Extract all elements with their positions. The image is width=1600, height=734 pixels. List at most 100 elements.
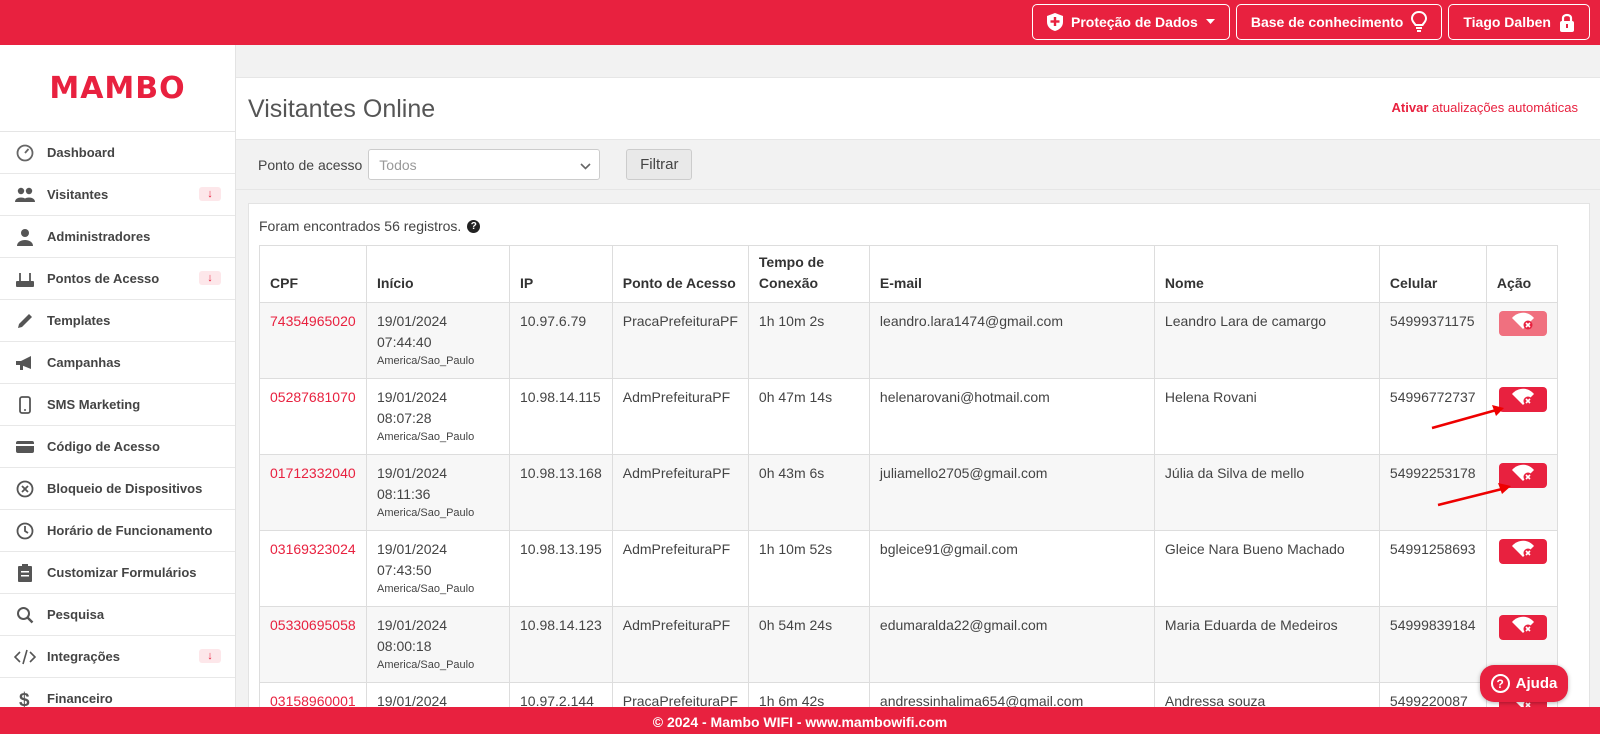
column-header: Celular — [1378, 245, 1487, 303]
sidebar-item-pontos-de-acesso[interactable]: Pontos de Acesso ↓ — [0, 258, 235, 300]
data-protection-button[interactable]: Proteção de Dados — [1032, 4, 1230, 40]
start-date: 19/01/2024 — [377, 541, 448, 557]
sidebar-item-label: Pontos de Acesso — [47, 271, 160, 286]
knowledge-base-button[interactable]: Base de conhecimento — [1235, 4, 1443, 40]
sidebar-item-sms-marketing[interactable]: SMS Marketing — [0, 384, 235, 426]
start-date: 19/01/2024 — [377, 465, 448, 481]
sidebar-item-label: Bloqueio de Dispositivos — [47, 481, 203, 496]
mambo-logo: MAMBO — [49, 70, 186, 106]
filter-button[interactable]: Filtrar — [626, 149, 693, 180]
disconnect-button[interactable] — [1498, 615, 1547, 640]
cpf-cell[interactable]: 05287681070 — [259, 378, 367, 455]
phone-cell: 54999371175 — [1378, 302, 1487, 379]
sidebar-item-templates[interactable]: Templates — [0, 300, 235, 342]
sidebar-item-label: Dashboard — [47, 145, 115, 160]
access-point-cell: PracaPrefeituraPF — [611, 682, 749, 707]
block-icon — [14, 478, 36, 500]
wifi-off-icon — [1511, 312, 1535, 336]
timezone: America/Sao_Paulo — [377, 583, 475, 595]
wifi-off-icon — [1511, 540, 1535, 564]
cpf-cell[interactable]: 05330695058 — [259, 606, 367, 683]
help-circle-icon: ? — [1490, 674, 1510, 693]
name-cell: Leandro Lara de camargo — [1153, 302, 1380, 379]
sidebar-item-visitantes[interactable]: Visitantes ↓ — [0, 174, 235, 216]
phone-cell: 5499220087 — [1378, 682, 1487, 707]
access-point-cell: AdmPrefeituraPF — [611, 530, 749, 607]
cpf-cell[interactable]: 01712332040 — [259, 454, 367, 531]
name-cell: Júlia da Silva de mello — [1153, 454, 1380, 531]
top-strip — [236, 45, 1600, 78]
table-body: 74354965020 19/01/2024 07:44:40 America/Sao… — [259, 302, 1558, 707]
name-cell: Helena Rovani — [1153, 378, 1380, 455]
wifi-off-icon — [1511, 388, 1535, 412]
access-point-filter-label: Ponto de acesso — [258, 156, 363, 173]
column-header: IP — [509, 245, 613, 303]
cpf-link[interactable]: 05287681070 — [270, 389, 356, 405]
sidebar-item-campanhas[interactable]: Campanhas — [0, 342, 235, 384]
cpf-cell[interactable]: 03158960001 — [259, 682, 367, 707]
start-time: 07:44:40 — [377, 334, 432, 350]
sidebar-item-financeiro[interactable]: $ Financeiro — [0, 678, 235, 708]
cpf-cell[interactable]: 03169323024 — [259, 530, 367, 607]
sidebar-item-label: Pesquisa — [47, 607, 105, 622]
question-icon[interactable]: ? — [467, 219, 481, 233]
cpf-link[interactable]: 74354965020 — [270, 313, 356, 329]
access-point-cell: AdmPrefeituraPF — [611, 454, 749, 531]
column-header: Nome — [1153, 245, 1380, 303]
auto-update-link[interactable]: Ativar atualizações automáticas — [1392, 100, 1578, 115]
action-cell — [1485, 530, 1558, 607]
duration-cell: 0h 54m 24s — [747, 606, 870, 683]
cpf-link[interactable]: 03158960001 — [270, 693, 356, 707]
results-card: Foram encontrados 56 registros. ? CPF Iní… — [248, 203, 1590, 707]
column-header: Tempo de Conexão — [747, 245, 870, 303]
sidebar-item-integracoes[interactable]: Integrações ↓ — [0, 636, 235, 678]
cpf-link[interactable]: 03169323024 — [270, 541, 356, 557]
access-point-select[interactable]: Todos — [368, 149, 601, 180]
visitors-table: CPF Início IP Ponto de Acesso Tempo de Conex… — [259, 245, 1558, 707]
sidebar-item-pesquisa[interactable]: Pesquisa — [0, 594, 235, 636]
table-row: 03158960001 19/01/202407:48:00America/Sao… — [259, 682, 1558, 707]
annotation-arrow-1 — [1431, 405, 1504, 430]
sidebar-item-administradores[interactable]: Administradores — [0, 216, 235, 258]
pencil-icon — [14, 310, 36, 332]
email-cell: andressinhalima654@gmail.com — [868, 682, 1155, 707]
sidebar-item-horario-de-funcionamento[interactable]: Horário de Funcionamento — [0, 510, 235, 552]
start-cell: 19/01/2024 08:11:36 America/Sao_Paulo — [366, 454, 510, 531]
cpf-link[interactable]: 05330695058 — [270, 617, 356, 633]
help-button[interactable]: ? Ajuda — [1480, 665, 1568, 702]
disconnect-button[interactable] — [1498, 311, 1547, 336]
ip-cell: 10.98.14.123 — [509, 606, 613, 683]
start-date: 19/01/2024 — [377, 693, 448, 707]
phone-cell: 54991258693 — [1378, 530, 1487, 607]
lightbulb-icon — [1411, 11, 1428, 33]
table-row: 01712332040 19/01/2024 08:11:36 America/Sao… — [259, 454, 1558, 531]
sidebar-item-label: Integrações — [47, 649, 120, 664]
top-bar: Proteção de Dados Base de conhecimento T… — [0, 0, 1600, 45]
disconnect-button[interactable] — [1498, 539, 1547, 564]
cpf-link[interactable]: 01712332040 — [270, 465, 356, 481]
megaphone-icon — [14, 352, 36, 374]
sidebar-item-dashboard[interactable]: Dashboard — [0, 132, 235, 174]
email-cell: juliamello2705@gmail.com — [868, 454, 1155, 531]
page-header: Visitantes Online Ativar atualizações au… — [236, 78, 1600, 140]
start-time: 08:00:18 — [377, 638, 432, 654]
user-menu-button[interactable]: Tiago Dalben — [1448, 4, 1590, 40]
timezone: America/Sao_Paulo — [377, 431, 475, 443]
table-row: 03169323024 19/01/2024 07:43:50 America/Sao… — [259, 530, 1558, 607]
knowledge-base-label: Base de conhecimento — [1250, 14, 1404, 30]
phone-icon — [14, 394, 36, 416]
sidebar-nav: Dashboard Visitantes ↓ Administradores Ponto… — [0, 132, 235, 707]
table-row: 05287681070 19/01/2024 08:07:28 America/Sao… — [259, 378, 1558, 455]
column-header: Início — [366, 245, 510, 303]
access-point-cell: PracaPrefeituraPF — [611, 302, 749, 379]
filter-bar: Ponto de acesso Todos Filtrar — [236, 140, 1600, 190]
sidebar-item-codigo-de-acesso[interactable]: Código de Acesso — [0, 426, 235, 468]
router-icon — [14, 268, 36, 290]
sidebar-item-customizar-formularios[interactable]: Customizar Formulários — [0, 552, 235, 594]
user-name: Tiago Dalben — [1463, 14, 1551, 30]
name-cell: Gleice Nara Bueno Machado — [1153, 530, 1380, 607]
logo-container[interactable]: MAMBO — [0, 45, 235, 132]
annotation-arrow-2 — [1437, 483, 1511, 507]
cpf-cell[interactable]: 74354965020 — [259, 302, 367, 379]
sidebar-item-bloqueio-de-dispositivos[interactable]: Bloqueio de Dispositivos — [0, 468, 235, 510]
